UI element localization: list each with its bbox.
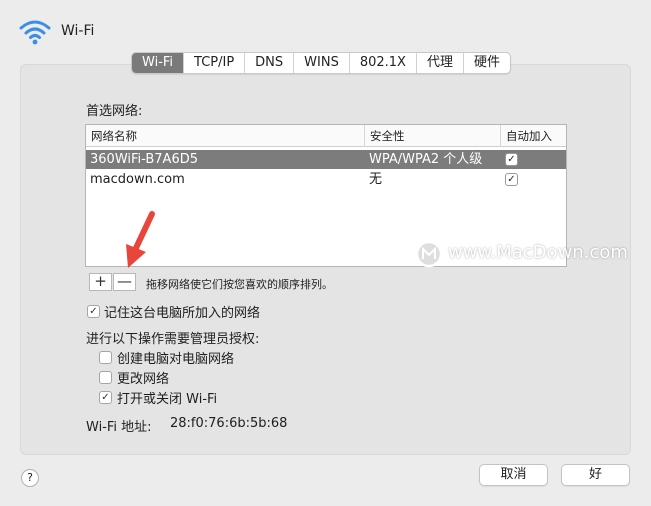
wifi-icon: [19, 20, 51, 45]
red-arrow-annotation: [126, 211, 155, 268]
create-computer-network-label: 创建电脑对电脑网络: [117, 352, 235, 367]
create-computer-network-checkbox[interactable]: [99, 351, 112, 364]
admin-auth-label: 进行以下操作需要管理员授权:: [86, 332, 260, 347]
window-title: Wi-Fi: [61, 23, 95, 39]
cancel-button[interactable]: 取消: [479, 464, 548, 486]
tab-bar: Wi-Fi TCP/IP DNS WINS 802.1X 代理 硬件: [131, 52, 511, 74]
network-name: 360WiFi-B7A6D5: [90, 152, 198, 167]
tab-proxy[interactable]: 代理: [417, 53, 464, 73]
table-row[interactable]: macdown.com 无 ✓: [86, 170, 566, 189]
drag-hint-text: 拖移网络使它们按您喜欢的顺序排列。: [146, 278, 333, 291]
wifi-address-value: 28:f0:76:6b:5b:68: [170, 416, 288, 431]
remember-networks-checkbox[interactable]: ✓: [87, 305, 100, 318]
tab-tcpip[interactable]: TCP/IP: [184, 53, 246, 73]
remember-networks-label: 记住这台电脑所加入的网络: [104, 306, 261, 321]
tab-dns[interactable]: DNS: [245, 53, 295, 73]
toggle-wifi-checkbox[interactable]: ✓: [99, 391, 112, 404]
change-networks-checkbox[interactable]: [99, 371, 112, 384]
preferred-networks-label: 首选网络:: [86, 104, 143, 119]
change-networks-label: 更改网络: [117, 372, 170, 387]
watermark-logo-icon: [415, 240, 443, 268]
column-security[interactable]: 安全性: [364, 125, 500, 147]
network-name: macdown.com: [90, 172, 185, 187]
watermark-text: www.MacDown.com: [448, 242, 628, 263]
toggle-wifi-label: 打开或关闭 Wi-Fi: [117, 392, 218, 407]
table-row[interactable]: 360WiFi-B7A6D5 WPA/WPA2 个人级 ✓: [86, 150, 566, 169]
tab-wifi[interactable]: Wi-Fi: [132, 53, 185, 73]
auto-join-checkbox[interactable]: ✓: [505, 153, 518, 166]
tab-hardware[interactable]: 硬件: [464, 53, 510, 73]
table-header: 网络名称 安全性 自动加入: [86, 125, 566, 147]
tab-8021x[interactable]: 802.1X: [350, 53, 417, 73]
ok-button[interactable]: 好: [561, 464, 630, 486]
network-security: WPA/WPA2 个人级: [369, 152, 483, 167]
auto-join-checkbox[interactable]: ✓: [505, 173, 518, 186]
help-button[interactable]: ?: [21, 469, 39, 487]
add-network-button[interactable]: +: [89, 273, 112, 291]
column-auto-join[interactable]: 自动加入: [500, 125, 566, 147]
column-network-name[interactable]: 网络名称: [86, 125, 364, 147]
tab-wins[interactable]: WINS: [294, 53, 350, 73]
remove-network-button[interactable]: —: [113, 273, 136, 291]
network-security: 无: [369, 172, 383, 187]
wifi-address-label: Wi-Fi 地址:: [86, 420, 152, 435]
